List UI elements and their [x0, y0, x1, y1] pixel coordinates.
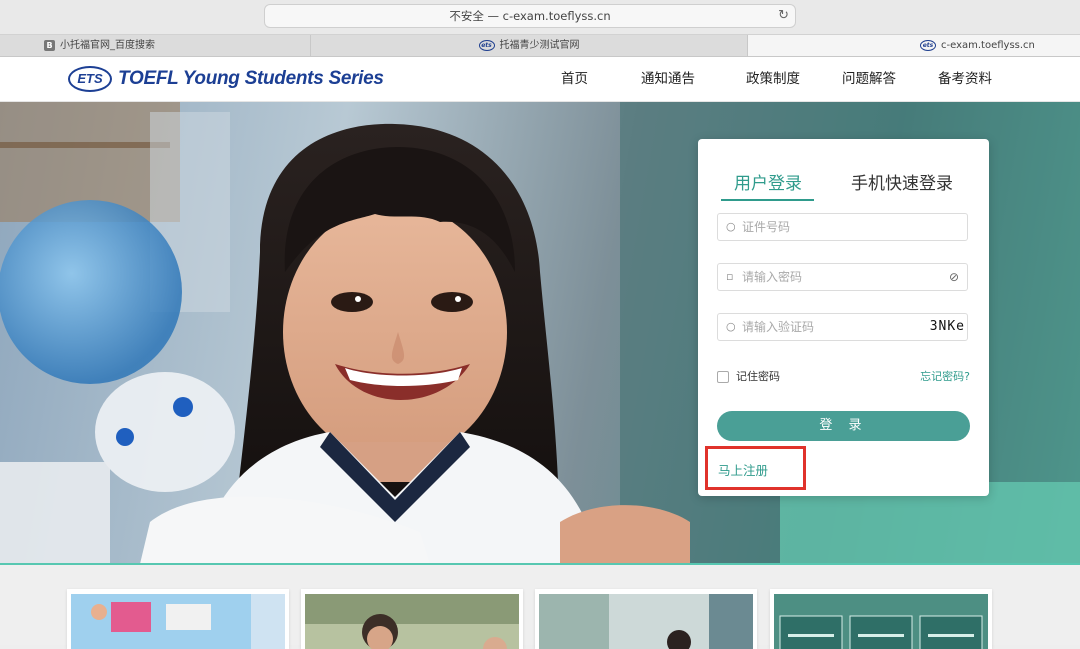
nav-item-policies[interactable]: 政策制度	[737, 57, 809, 101]
nav-item-notices[interactable]: 通知通告	[619, 57, 717, 101]
eye-slash-icon[interactable]: ⊘	[949, 264, 959, 290]
nav-item-materials[interactable]: 备考资料	[929, 57, 1001, 101]
address-bar[interactable]: 不安全 — c-exam.toeflyss.cn ↻	[264, 4, 796, 28]
main-nav: 首页 通知通告 政策制度 问题解答 备考资料	[540, 57, 1001, 101]
address-text: 不安全 — c-exam.toeflyss.cn	[449, 9, 611, 23]
register-highlight-box	[705, 446, 806, 490]
tab-label: 托福青少测试官网	[499, 40, 580, 51]
captcha-input[interactable]	[742, 314, 942, 340]
browser-tabbar: B 小托福官网_百度搜索 ets 托福青少测试官网 ets c-exam.toefly…	[0, 35, 1080, 57]
login-button[interactable]: 登 录	[717, 411, 970, 441]
logo-text: TOEFL Young Students Series	[118, 68, 384, 89]
site-logo[interactable]: ETS TOEFL Young Students Series	[68, 64, 384, 94]
tab-label: 小托福官网_百度搜索	[60, 40, 155, 51]
browser-tab-exam[interactable]: ets c-exam.toeflyss.cn	[748, 35, 1080, 56]
lock-icon: ▫	[726, 270, 734, 283]
browser-tab-toefl[interactable]: ets 托福青少测试官网	[311, 35, 748, 56]
browser-tab-baidu[interactable]: B 小托福官网_百度搜索	[0, 35, 311, 56]
id-number-input[interactable]	[742, 214, 942, 240]
remember-label: 记住密码	[736, 370, 780, 383]
ets-logo-mark: ETS	[68, 66, 112, 92]
forgot-password-link[interactable]: 忘记密码?	[920, 369, 970, 385]
user-icon: ○	[726, 220, 736, 233]
login-tabs: 用户登录 手机快速登录	[698, 139, 989, 203]
content-card-3[interactable]	[535, 589, 757, 649]
baidu-icon: B	[44, 39, 55, 51]
remember-checkbox[interactable]	[717, 371, 729, 383]
content-card-4[interactable]	[770, 589, 992, 649]
card-image-official-guides	[774, 594, 988, 649]
id-number-field: ○	[717, 213, 968, 241]
remember-row: 记住密码 忘记密码?	[717, 369, 970, 385]
nav-item-home[interactable]: 首页	[540, 57, 609, 101]
ets-icon: ets	[920, 39, 936, 51]
password-field: ▫ ⊘	[717, 263, 968, 291]
card-image-students	[305, 594, 519, 649]
captcha-image[interactable]: 3NKe	[921, 316, 965, 338]
content-card-2[interactable]	[301, 589, 523, 649]
reload-icon[interactable]: ↻	[778, 5, 789, 27]
site-header: ETS TOEFL Young Students Series 首页 通知通告 …	[0, 57, 1080, 102]
active-tab-indicator	[721, 199, 814, 201]
nav-item-faq[interactable]: 问题解答	[833, 57, 905, 101]
tab-phone-login[interactable]: 手机快速登录	[851, 169, 953, 194]
password-input[interactable]	[742, 264, 942, 290]
tab-label: c-exam.toeflyss.cn	[941, 40, 1035, 51]
login-card: 用户登录 手机快速登录 ○ ▫ ⊘ ○ 3NKe 记住密码 忘记密码? 登 录 …	[698, 139, 989, 496]
user-icon: ○	[726, 320, 736, 333]
content-card-1[interactable]	[67, 589, 289, 649]
captcha-field: ○ 3NKe	[717, 313, 968, 341]
browser-toolbar: 不安全 — c-exam.toeflyss.cn ↻	[0, 0, 1080, 35]
ets-icon: ets	[478, 39, 495, 51]
card-image-reading	[539, 594, 753, 649]
card-image-classroom	[71, 594, 285, 649]
tab-user-login[interactable]: 用户登录	[734, 169, 802, 194]
